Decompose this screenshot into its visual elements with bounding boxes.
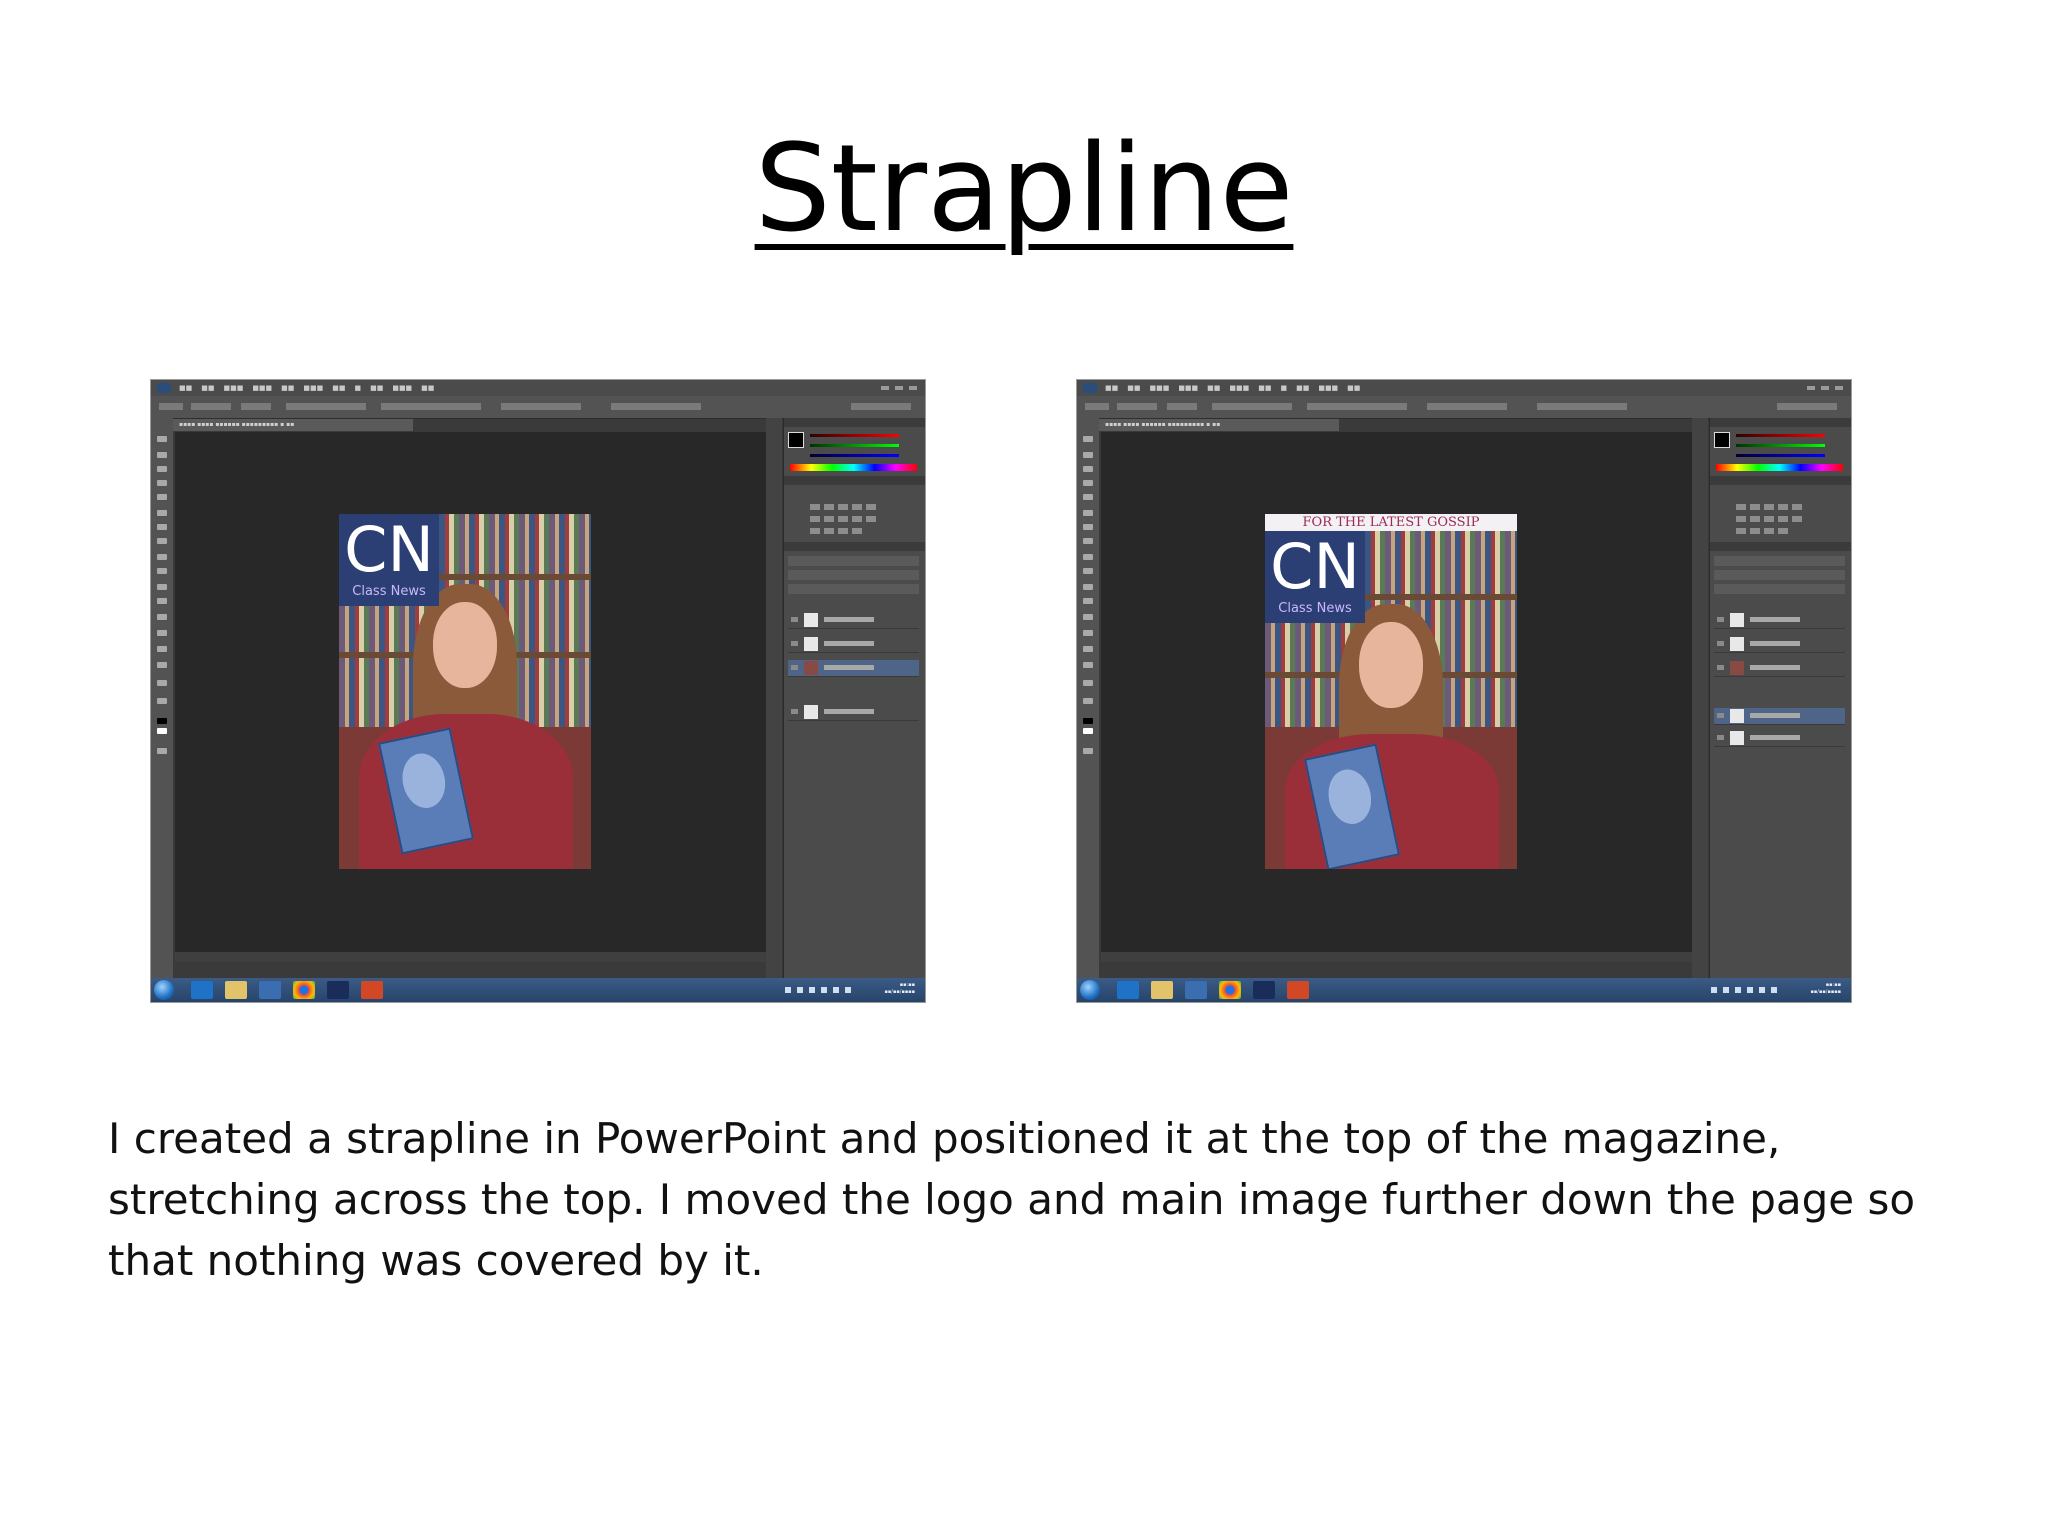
layer-row [788,612,919,629]
chrome-icon [1219,981,1241,999]
panels-dock [766,418,925,978]
screenshot-before: ■■ ■■ ■■■ ■■■ ■■ ■■■ ■■ ■ ■■ ■■■ ■■ ▪▪▪▪… [151,380,925,1002]
body-text: I created a strapline in PowerPoint and … [108,1114,1916,1285]
strapline: FOR THE LATEST GOSSIP [1265,514,1517,531]
canvas: FOR THE LATEST GOSSIP CN Class News [1101,432,1703,952]
menu-item: ■■ [1258,384,1272,392]
logo-main: CN [344,514,434,586]
menu-item: ■ [354,384,362,392]
clock: ▪▪:▪▪ ▪▪/▪▪/▪▪▪▪ [884,982,915,995]
layer-row [1714,612,1845,629]
layer-row [1714,660,1845,677]
internet-explorer-icon [191,981,213,999]
magazine-cover: FOR THE LATEST GOSSIP CN Class News [1265,514,1517,869]
layer-row [1714,708,1845,725]
menu-bar: ■■ ■■ ■■■ ■■■ ■■ ■■■ ■■ ■ ■■ ■■■ ■■ [1077,380,1851,396]
clock: ▪▪:▪▪ ▪▪/▪▪/▪▪▪▪ [1810,982,1841,995]
internet-explorer-icon [1117,981,1139,999]
menu-item: ■■ [1296,384,1310,392]
folder-icon [1151,981,1173,999]
document-tab: ▪▪▪▪ ▪▪▪▪ ▪▪▪▪▪▪ ▪▪▪▪▪▪▪▪▪ ▪ ▪▪ [1099,419,1339,431]
tools-panel [151,418,173,978]
layer-row [1714,730,1845,747]
menu-item: ■■■ [1149,384,1170,392]
menu-item: ■■■ [1178,384,1199,392]
windows-start-icon [1080,980,1100,1000]
logo-sub: Class News [352,584,426,599]
menu-item: ■■ [370,384,384,392]
logo-main: CN [1270,530,1360,603]
menu-item: ■■ [1207,384,1221,392]
layer-row [1714,636,1845,653]
menu-item: ■■■ [1229,384,1250,392]
magazine-cover: CN Class News [339,514,591,869]
menu-item: ■■■ [392,384,413,392]
menu-item: ■ [1280,384,1288,392]
layer-row [788,660,919,677]
photoshop-taskbar-icon [327,981,349,999]
menu-item: ■■■ [223,384,244,392]
windows-start-icon [154,980,174,1000]
media-player-icon [1185,981,1207,999]
layer-row [788,704,919,721]
document-tab: ▪▪▪▪ ▪▪▪▪ ▪▪▪▪▪▪ ▪▪▪▪▪▪▪▪▪ ▪ ▪▪ [173,419,413,431]
media-player-icon [259,981,281,999]
slide-title: Strapline [754,120,1294,259]
menu-item: ■■ [1105,384,1119,392]
layer-row [788,636,919,653]
window-controls [1807,386,1843,390]
chrome-icon [293,981,315,999]
menu-bar: ■■ ■■ ■■■ ■■■ ■■ ■■■ ■■ ■ ■■ ■■■ ■■ [151,380,925,396]
menu-item: ■■ [179,384,193,392]
taskbar: ▪▪:▪▪ ▪▪/▪▪/▪▪▪▪ [1077,978,1851,1002]
logo: CN Class News [339,514,439,606]
powerpoint-taskbar-icon [361,981,383,999]
menu-item: ■■ [1347,384,1361,392]
menu-item: ■■■ [252,384,273,392]
menu-item: ■■ [281,384,295,392]
system-tray [1711,987,1781,993]
photoshop-logo-icon [1083,383,1097,393]
logo-sub: Class News [1278,601,1352,616]
menu-item: ■■■ [1318,384,1339,392]
system-tray [785,987,855,993]
menu-item: ■■ [201,384,215,392]
menu-item: ■■■ [303,384,324,392]
menu-item: ■■ [1127,384,1141,392]
menu-item: ■■ [421,384,435,392]
tools-panel [1077,418,1099,978]
photoshop-taskbar-icon [1253,981,1275,999]
options-bar [151,396,925,419]
folder-icon [225,981,247,999]
logo: CN Class News [1265,531,1365,623]
window-controls [881,386,917,390]
status-bar [1101,952,1703,962]
options-bar [1077,396,1851,419]
panels-dock [1692,418,1851,978]
photoshop-logo-icon [157,383,171,393]
menu-item: ■■ [332,384,346,392]
screenshot-after: ■■ ■■ ■■■ ■■■ ■■ ■■■ ■■ ■ ■■ ■■■ ■■ ▪▪▪▪… [1077,380,1851,1002]
powerpoint-taskbar-icon [1287,981,1309,999]
slide: { "slide": { "title": "Strapline", "body… [0,0,2048,1536]
taskbar: ▪▪:▪▪ ▪▪/▪▪/▪▪▪▪ [151,978,925,1002]
canvas: CN Class News [175,432,777,952]
status-bar [175,952,777,962]
